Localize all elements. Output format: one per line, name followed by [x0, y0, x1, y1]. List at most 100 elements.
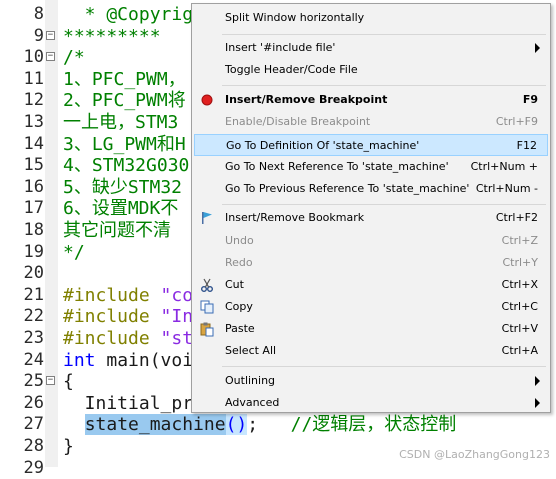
- line-number: 29: [23, 457, 44, 478]
- bookmark-flag-icon: [202, 212, 212, 224]
- string-token: "st: [149, 328, 194, 349]
- code-text: #include "co: [63, 285, 193, 307]
- menu-item-goto-definition[interactable]: Go To Definition Of 'state_machine' F12: [194, 134, 548, 156]
- menu-separator: [222, 85, 546, 86]
- menu-item-shortcut: Ctrl+Num +: [470, 160, 538, 173]
- watermark: CSDN @LaoZhangGong123: [399, 448, 550, 461]
- code-text: 6、设置MDK不: [63, 198, 179, 220]
- submenu-arrow-icon: [535, 43, 540, 53]
- menu-item-label: Advanced: [225, 396, 280, 409]
- code-text: {: [63, 371, 74, 393]
- menu-item-label: Split Window horizontally: [225, 11, 365, 24]
- selected-identifier[interactable]: state_machine: [84, 414, 226, 436]
- code-text: 1、PFC_PWM，: [63, 68, 186, 90]
- menu-item-label: Insert '#include file': [225, 41, 336, 54]
- menu-item-shortcut: F12: [516, 139, 537, 152]
- menu-item-shortcut: Ctrl+V: [501, 322, 538, 335]
- line-number: 27: [23, 414, 44, 435]
- line-number: 10: [23, 47, 44, 68]
- line-number: 9: [33, 25, 44, 46]
- code-text: 3、LG_PWM和H: [63, 133, 186, 155]
- menu-separator: [222, 34, 546, 35]
- menu-item-label: Insert/Remove Bookmark: [225, 211, 365, 224]
- menu-item-shortcut: Ctrl+Y: [502, 256, 538, 269]
- line-number: 13: [23, 112, 44, 132]
- menu-item-goto-next-ref[interactable]: Go To Next Reference To 'state_machine' …: [194, 156, 548, 178]
- menu-item-shortcut: Ctrl+C: [501, 300, 538, 313]
- menu-item-goto-prev-ref[interactable]: Go To Previous Reference To 'state_machi…: [194, 178, 548, 200]
- menu-item-label: Copy: [225, 300, 253, 313]
- code-text: 2、PFC_PWM将: [63, 90, 186, 112]
- menu-item-shortcut: Ctrl+Z: [501, 234, 538, 247]
- open-paren: (: [225, 414, 237, 436]
- code-line: 27 state_machine(); //逻辑层，状态控制: [0, 414, 556, 436]
- menu-item-split-window[interactable]: Split Window horizontally: [194, 7, 548, 29]
- menu-item-label: Go To Next Reference To 'state_machine': [225, 160, 449, 173]
- menu-item-copy[interactable]: Copy Ctrl+C: [194, 296, 548, 318]
- menu-item-label: Go To Definition Of 'state_machine': [226, 139, 420, 152]
- menu-item-paste[interactable]: Paste Ctrl+V: [194, 318, 548, 340]
- line-number: 15: [23, 155, 44, 176]
- menu-item-shortcut: F9: [522, 93, 538, 106]
- preprocessor-token: #include: [63, 328, 150, 349]
- code-text: 5、缺少STM32: [63, 176, 183, 198]
- code-text: state_machine(); //逻辑层，状态控制: [63, 414, 456, 436]
- line-number: 16: [23, 176, 44, 197]
- paste-icon: [200, 322, 214, 337]
- line-number: 28: [23, 436, 44, 456]
- code-text: *********: [63, 25, 161, 47]
- menu-item-select-all[interactable]: Select All Ctrl+A: [194, 340, 548, 362]
- menu-item-shortcut: Ctrl+F9: [495, 115, 538, 128]
- line-number: 18: [23, 220, 44, 240]
- fold-minus-icon[interactable]: −: [46, 30, 55, 40]
- copy-icon: [200, 300, 214, 314]
- menu-item-label: Paste: [225, 322, 255, 335]
- menu-item-shortcut: Ctrl+A: [501, 344, 538, 357]
- menu-item-toggle-header[interactable]: Toggle Header/Code File: [194, 59, 548, 81]
- context-menu: Split Window horizontally Insert '#inclu…: [191, 3, 551, 413]
- function-signature: main(voi: [95, 349, 194, 371]
- menu-item-cut[interactable]: Cut Ctrl+X: [194, 274, 548, 296]
- menu-item-label: Outlining: [225, 374, 276, 387]
- menu-item-insert-bookmark[interactable]: Insert/Remove Bookmark Ctrl+F2: [194, 207, 548, 229]
- code-text: 4、STM32G030: [63, 155, 190, 177]
- menu-item-insert-breakpoint[interactable]: Insert/Remove Breakpoint F9: [194, 89, 548, 111]
- code-text: /*: [63, 47, 85, 69]
- menu-item-label: Go To Previous Reference To 'state_machi…: [225, 182, 470, 195]
- menu-item-shortcut: Ctrl+F2: [495, 211, 538, 224]
- preprocessor-token: #include: [63, 306, 150, 328]
- code-text: 一上电，STM3: [63, 112, 179, 133]
- line-number: 17: [23, 198, 44, 219]
- line-number: 25: [23, 371, 44, 392]
- semicolon: ;: [247, 414, 259, 436]
- code-text: #include "st: [63, 328, 193, 350]
- code-text: int main(voi: [63, 350, 193, 372]
- menu-item-insert-include[interactable]: Insert '#include file': [194, 37, 548, 59]
- line-number: 20: [23, 263, 44, 284]
- scissors-icon: [201, 278, 213, 292]
- menu-item-label: Redo: [225, 256, 253, 269]
- line-number: 26: [23, 392, 44, 413]
- breakpoint-icon: [201, 94, 213, 106]
- submenu-arrow-icon: [535, 398, 540, 408]
- menu-item-label: Select All: [225, 344, 277, 357]
- menu-item-enable-breakpoint[interactable]: Enable/Disable Breakpoint Ctrl+F9: [194, 111, 548, 133]
- menu-separator: [222, 366, 546, 367]
- menu-item-label: Undo: [225, 234, 254, 247]
- line-number: 24: [23, 349, 44, 370]
- menu-separator: [222, 204, 546, 205]
- line-number: 21: [23, 284, 44, 305]
- line-number: 19: [23, 241, 44, 262]
- menu-item-outlining[interactable]: Outlining: [194, 370, 548, 392]
- fold-minus-icon[interactable]: −: [46, 52, 55, 62]
- line-number: 12: [23, 90, 44, 111]
- menu-item-redo[interactable]: Redo Ctrl+Y: [194, 252, 548, 274]
- menu-item-advanced[interactable]: Advanced: [194, 392, 548, 414]
- menu-item-shortcut: Ctrl+X: [501, 278, 538, 291]
- menu-item-undo[interactable]: Undo Ctrl+Z: [194, 230, 548, 252]
- fold-minus-icon[interactable]: −: [46, 376, 55, 386]
- line-number: 23: [23, 328, 44, 348]
- menu-item-label: Insert/Remove Breakpoint: [225, 93, 388, 106]
- line-number: 14: [23, 133, 44, 154]
- string-token: "In: [149, 306, 194, 328]
